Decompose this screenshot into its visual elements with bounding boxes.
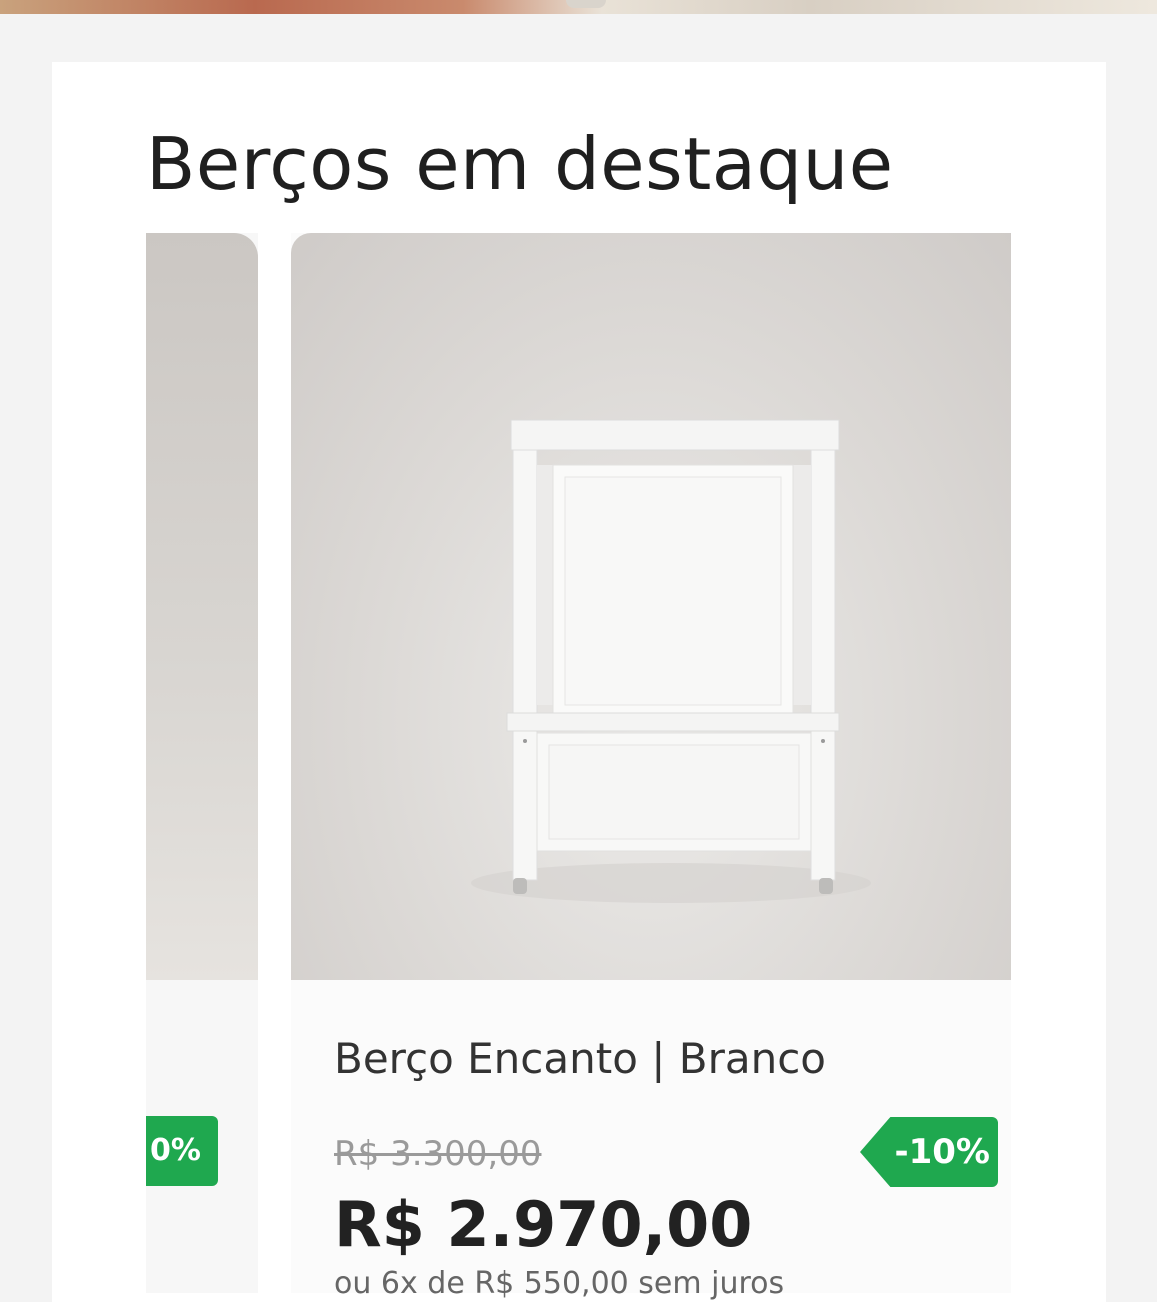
crib-illustration <box>471 419 871 903</box>
original-price: R$ 3.300,00 <box>334 1134 542 1174</box>
discount-badge-previous: 0% <box>146 1116 218 1186</box>
product-image[interactable] <box>291 233 1011 980</box>
installment-text: ou 6x de R$ 550,00 sem juros <box>334 1266 785 1301</box>
section-title: Berços em destaque <box>146 122 894 206</box>
discount-text: -10% <box>894 1132 991 1172</box>
carousel-indicator[interactable] <box>566 0 606 8</box>
product-name[interactable]: Berço Encanto | Branco <box>334 1034 826 1083</box>
product-image-previous <box>146 233 258 980</box>
sale-price: R$ 2.970,00 <box>334 1188 753 1261</box>
